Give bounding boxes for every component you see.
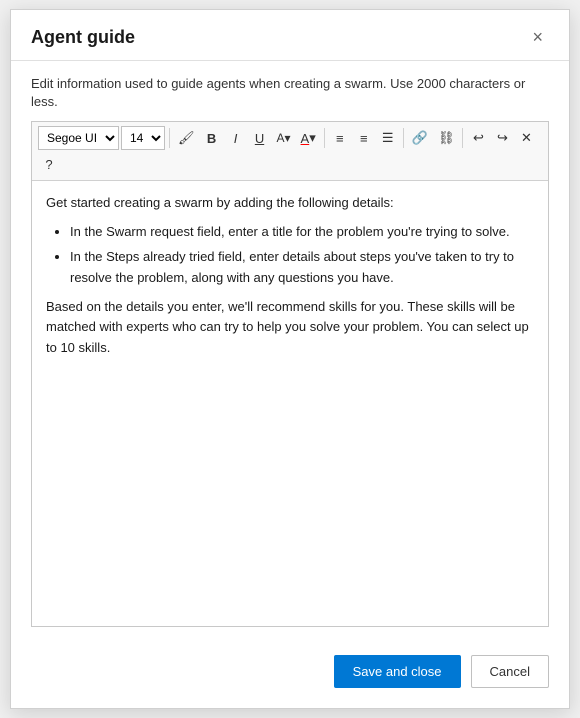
dialog-title: Agent guide [31, 27, 135, 48]
link-button[interactable]: 🔗 [408, 126, 432, 150]
redo-button[interactable]: ↪ [491, 126, 513, 150]
bullets-button[interactable]: ≡ [329, 126, 351, 150]
editor-bullet-1: In the Swarm request field, enter a titl… [70, 222, 534, 243]
font-family-select[interactable]: Segoe UI [38, 126, 119, 150]
font-color-button[interactable]: A▾ [297, 126, 320, 150]
unlink-button[interactable]: ⛓ [434, 126, 459, 150]
dialog-description: Edit information used to guide agents wh… [11, 61, 569, 121]
align-button[interactable]: ☰ [377, 126, 399, 150]
bold-button[interactable]: B [201, 126, 223, 150]
toolbar-divider-1 [169, 128, 170, 148]
help-button[interactable]: ? [38, 152, 60, 176]
numbering-button[interactable]: ≡ [353, 126, 375, 150]
paint-format-button[interactable]: 🖌 [174, 126, 199, 150]
dialog-footer: Save and close Cancel [11, 643, 569, 708]
toolbar-divider-3 [403, 128, 404, 148]
editor-intro: Get started creating a swarm by adding t… [46, 193, 534, 214]
dialog-header: Agent guide × [11, 10, 569, 61]
close-button[interactable]: × [526, 26, 549, 48]
toolbar: Segoe UI 14 🖌 B I U A▾ A▾ ≡ ≡ ☰ 🔗 ⛓ ↩ ↪ … [32, 122, 548, 181]
editor-paragraph-2: Based on the details you enter, we'll re… [46, 297, 534, 359]
editor-content[interactable]: Get started creating a swarm by adding t… [32, 181, 548, 461]
save-close-button[interactable]: Save and close [334, 655, 461, 688]
highlight-button[interactable]: A▾ [273, 126, 295, 150]
undo-button[interactable]: ↩ [467, 126, 489, 150]
underline-button[interactable]: U [249, 126, 271, 150]
toolbar-divider-4 [462, 128, 463, 148]
editor-list: In the Swarm request field, enter a titl… [70, 222, 534, 288]
editor-bullet-2: In the Steps already tried field, enter … [70, 247, 534, 289]
italic-button[interactable]: I [225, 126, 247, 150]
toolbar-divider-2 [324, 128, 325, 148]
editor-container: Segoe UI 14 🖌 B I U A▾ A▾ ≡ ≡ ☰ 🔗 ⛓ ↩ ↪ … [31, 121, 549, 627]
font-size-select[interactable]: 14 [121, 126, 165, 150]
clear-format-button[interactable]: ✕ [515, 126, 537, 150]
agent-guide-dialog: Agent guide × Edit information used to g… [10, 9, 570, 709]
cancel-button[interactable]: Cancel [471, 655, 549, 688]
